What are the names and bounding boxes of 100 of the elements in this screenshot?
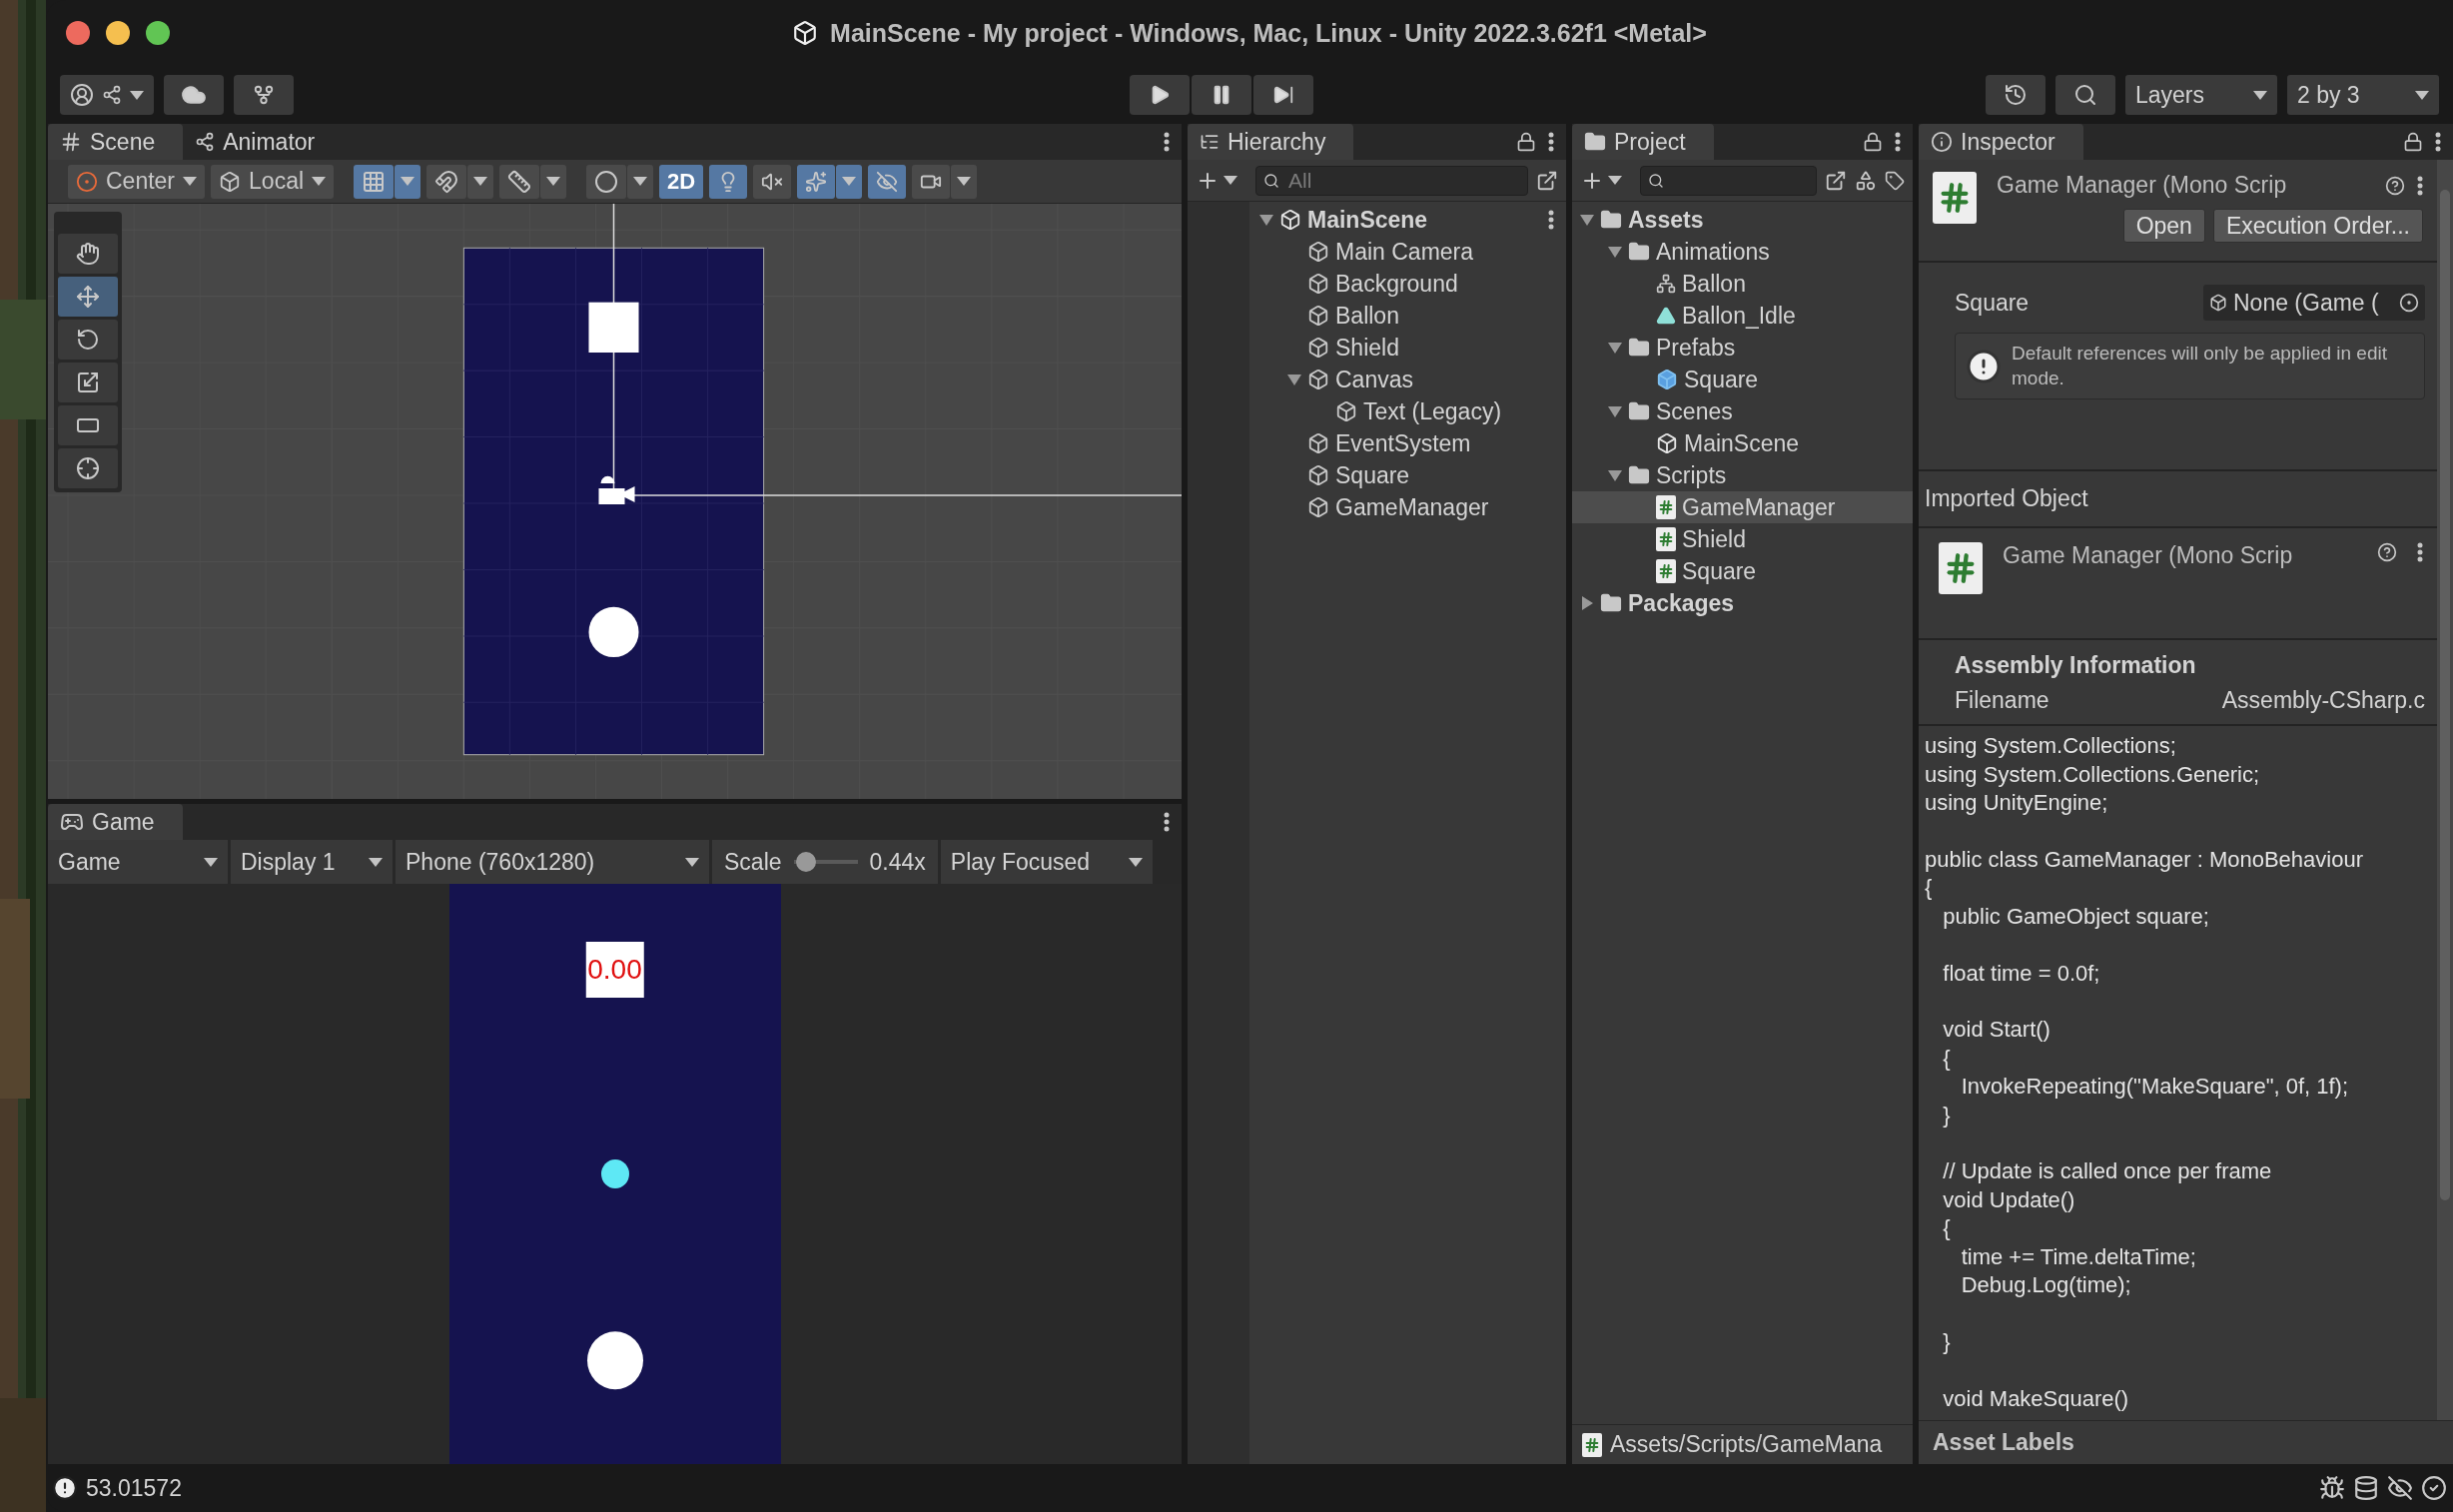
tool-button[interactable]: [58, 234, 118, 274]
inspector-tab[interactable]: Inspector: [1919, 124, 2083, 160]
tree-item[interactable]: Background: [1188, 268, 1566, 300]
tree-item[interactable]: Scripts: [1572, 459, 1913, 491]
tree-item[interactable]: Prefabs: [1572, 332, 1913, 364]
dropdown-button[interactable]: [467, 164, 494, 199]
folder-icon: [1628, 337, 1650, 359]
tool-button[interactable]: [58, 363, 118, 402]
tree-item[interactable]: Animations: [1572, 236, 1913, 268]
account-button[interactable]: [60, 75, 154, 115]
tree-item[interactable]: MainScene: [1188, 204, 1566, 236]
external-icon: [1825, 169, 1847, 192]
layout-dropdown[interactable]: 2 by 3: [2287, 75, 2439, 115]
tool-button[interactable]: [58, 448, 118, 488]
minimize-button[interactable]: [106, 21, 130, 45]
more-icon[interactable]: [1164, 812, 1170, 832]
folder-icon: [1628, 400, 1650, 422]
rotate-icon: [76, 328, 100, 352]
tree-item[interactable]: GameManager: [1188, 491, 1566, 523]
expanded-arrow-icon[interactable]: [1580, 213, 1594, 227]
code-text: using System.Collections; using System.Collections.Generic; using UnityEngine; public class GameManager : MonoBehaviour { public GameObject square; float time = 0.0f; void Start() { InvokeRepeating("MakeSquare", 0f, 1f); } // Update is called once per frame void Update() { time += Time.deltaTime; Debug.Log(time); } void MakeSquare(): [1924, 732, 2364, 1413]
hierarchy-tab[interactable]: Hierarchy: [1188, 124, 1354, 160]
tree-item[interactable]: Ballon: [1572, 268, 1913, 300]
tree-item[interactable]: Packages: [1572, 587, 1913, 619]
triangle-icon: [1656, 306, 1676, 326]
more-icon[interactable]: [2417, 175, 2423, 196]
scene-toggle[interactable]: [354, 164, 395, 199]
cube-icon: [1656, 432, 1678, 454]
tool-button[interactable]: [58, 277, 118, 317]
display-dropdown[interactable]: Display 1: [231, 840, 393, 884]
more-icon[interactable]: [2435, 132, 2441, 152]
play-button[interactable]: [1130, 75, 1190, 115]
tree-item[interactable]: Main Camera: [1188, 236, 1566, 268]
more-icon[interactable]: [1895, 132, 1901, 152]
expanded-arrow-icon[interactable]: [1287, 373, 1301, 386]
play-mode-dropdown[interactable]: Play Focused: [940, 840, 1153, 884]
pivot-dropdown[interactable]: Center: [68, 164, 206, 199]
close-button[interactable]: [66, 21, 90, 45]
object-field[interactable]: None (Game (: [2203, 285, 2425, 321]
tree-item[interactable]: MainScene: [1572, 427, 1913, 459]
expanded-arrow-icon[interactable]: [1608, 341, 1622, 355]
tree-item[interactable]: Ballon_Idle: [1572, 300, 1913, 332]
pause-button[interactable]: [1192, 75, 1251, 115]
scene-toggle[interactable]: [586, 164, 627, 199]
scene-toggle[interactable]: [753, 164, 792, 199]
tool-button[interactable]: [58, 405, 118, 445]
tool-button[interactable]: [58, 320, 118, 360]
search-field[interactable]: [1640, 165, 1817, 196]
view-dropdown[interactable]: Game: [48, 840, 228, 884]
layers-dropdown[interactable]: Layers: [2125, 75, 2277, 115]
search-button[interactable]: [2055, 75, 2115, 115]
inspector-button[interactable]: Execution Order...: [2212, 209, 2423, 243]
history-button[interactable]: [1986, 75, 2045, 115]
dropdown-button[interactable]: [836, 164, 863, 199]
scene-toggle[interactable]: [426, 164, 467, 199]
zoom-button[interactable]: [146, 21, 170, 45]
game-tab[interactable]: Game: [48, 804, 183, 840]
scrollbar[interactable]: [2437, 160, 2453, 1420]
more-icon[interactable]: [1548, 132, 1554, 152]
dropdown-button[interactable]: [540, 164, 567, 199]
collab-button[interactable]: [234, 75, 294, 115]
tree-item[interactable]: Square: [1188, 459, 1566, 491]
scene-toggle[interactable]: [797, 164, 836, 199]
space-dropdown[interactable]: Local: [211, 164, 335, 199]
scene-toggle[interactable]: [709, 164, 748, 199]
step-button[interactable]: [1253, 75, 1313, 115]
inspector-button[interactable]: Open: [2122, 209, 2205, 243]
tree-item[interactable]: Text (Legacy): [1188, 395, 1566, 427]
tree-item[interactable]: Square: [1572, 364, 1913, 395]
scene-tab[interactable]: Scene: [48, 124, 184, 160]
more-icon[interactable]: [1548, 210, 1554, 230]
tree-item[interactable]: Scenes: [1572, 395, 1913, 427]
dropdown-button[interactable]: [395, 164, 421, 199]
scene-toggle[interactable]: [868, 164, 907, 199]
search-field[interactable]: All: [1255, 165, 1528, 196]
tree-item[interactable]: Assets: [1572, 204, 1913, 236]
tree-item[interactable]: Canvas: [1188, 364, 1566, 395]
expanded-arrow-icon[interactable]: [1608, 468, 1622, 482]
expanded-arrow-icon[interactable]: [1608, 404, 1622, 418]
scene-tab[interactable]: Animator: [183, 124, 344, 160]
tree-item[interactable]: Square: [1572, 555, 1913, 587]
project-tab[interactable]: Project: [1572, 124, 1714, 160]
tree-item[interactable]: Ballon: [1188, 300, 1566, 332]
resolution-dropdown[interactable]: Phone (760x1280): [396, 840, 709, 884]
tree-item[interactable]: GameManager: [1572, 491, 1913, 523]
dropdown-button[interactable]: [951, 164, 978, 199]
slider-thumb[interactable]: [795, 852, 816, 872]
mode-toggle[interactable]: 2D: [659, 164, 704, 199]
scene-toggle[interactable]: [912, 164, 951, 199]
collapsed-arrow-icon[interactable]: [1580, 596, 1594, 610]
scene-toggle[interactable]: [499, 164, 540, 199]
tree-item[interactable]: EventSystem: [1188, 427, 1566, 459]
more-icon[interactable]: [2417, 542, 2423, 563]
expanded-arrow-icon[interactable]: [1608, 245, 1622, 259]
expanded-arrow-icon[interactable]: [1259, 213, 1273, 227]
cloud-button[interactable]: [164, 75, 224, 115]
tree-item[interactable]: Shield: [1188, 332, 1566, 364]
more-icon[interactable]: [1164, 132, 1170, 152]
tree-item[interactable]: Shield: [1572, 523, 1913, 555]
dropdown-button[interactable]: [627, 164, 654, 199]
